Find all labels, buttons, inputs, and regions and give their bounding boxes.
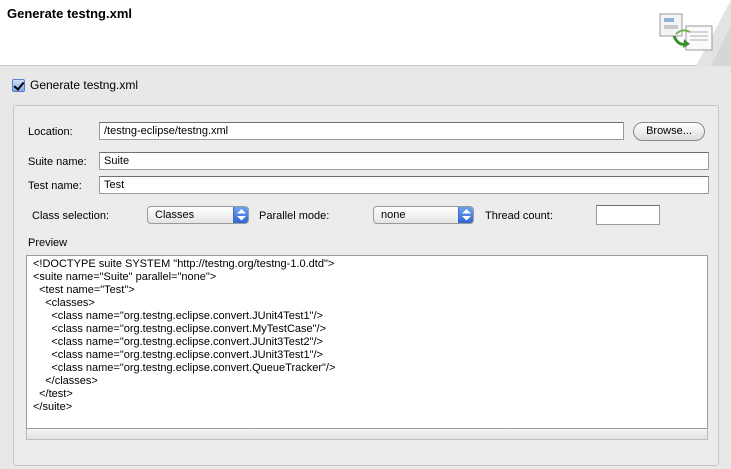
generate-testng-label: Generate testng.xml <box>30 78 139 92</box>
page-title: Generate testng.xml <box>7 6 132 21</box>
generate-testng-row[interactable]: Generate testng.xml <box>12 78 138 92</box>
preview-line: <class name="org.testng.eclipse.convert.… <box>33 349 323 361</box>
preview-line: </classes> <box>33 375 98 387</box>
preview-container: <!DOCTYPE suite SYSTEM "http://testng.or… <box>26 106 710 467</box>
preview-line: <class name="org.testng.eclipse.convert.… <box>33 323 327 335</box>
preview-line: <class name="org.testng.eclipse.convert.… <box>33 310 323 322</box>
preview-line: <test name="Test"> <box>33 284 135 296</box>
settings-group: Location: /testng-eclipse/testng.xml Bro… <box>13 105 719 466</box>
wizard-banner-icon <box>656 0 731 66</box>
preview-text-area[interactable]: <!DOCTYPE suite SYSTEM "http://testng.or… <box>26 255 708 429</box>
wizard-header: Generate testng.xml <box>0 0 731 66</box>
preview-line: </test> <box>33 388 73 400</box>
horizontal-scrollbar[interactable] <box>26 429 708 440</box>
preview-line: <suite name="Suite" parallel="none"> <box>33 271 217 283</box>
preview-line: </suite> <box>33 401 73 413</box>
preview-line: <class name="org.testng.eclipse.convert.… <box>33 362 336 374</box>
preview-line: <!DOCTYPE suite SYSTEM "http://testng.or… <box>33 258 335 270</box>
preview-line: <classes> <box>33 297 95 309</box>
wizard-body: Generate testng.xml Location: /testng-ec… <box>0 67 731 469</box>
preview-line: <class name="org.testng.eclipse.convert.… <box>33 336 323 348</box>
generate-testng-checkbox[interactable] <box>12 78 25 92</box>
